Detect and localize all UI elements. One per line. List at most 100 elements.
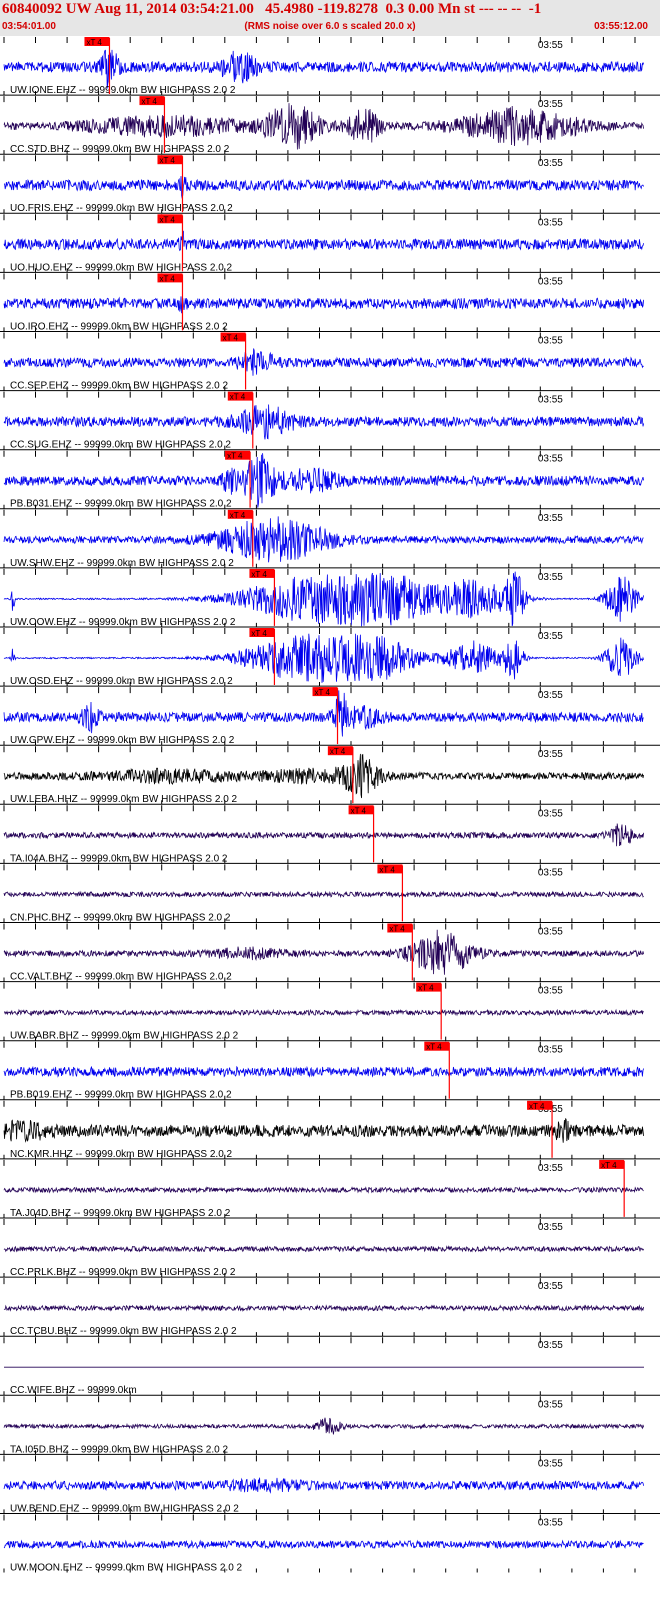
trace-row: 03:55 PB.B031.EHZ -- 99999.0km BW HIGHPAS… — [0, 449, 660, 510]
pick-label: xT 4 — [159, 156, 175, 165]
station-label: UO.FRIS.EHZ -- 99999.0km BW HIGHPASS 2.0… — [10, 203, 233, 214]
waveform — [3, 1477, 644, 1494]
minute-label: 03:55 — [538, 336, 563, 347]
minute-label: 03:55 — [538, 1281, 563, 1292]
minute-label: 03:55 — [538, 276, 563, 287]
station-label: UW.SHW.EHZ -- 99999.0km BW HIGHPASS 2.0 … — [10, 558, 234, 569]
station-label: CC.SUG.EHZ -- 99999.0km BW HIGHPASS 2.0 … — [10, 440, 231, 451]
minute-label: 03:55 — [538, 572, 563, 583]
trace-row: 03:55 CC.SUG.EHZ -- 99999.0km BW HIGHPASS… — [0, 390, 660, 451]
station-label: UW.IONE.EHZ -- 99999.0km BW HIGHPASS 2.0… — [10, 85, 236, 96]
station-label: UW.GPW.EHZ -- 99999.0km BW HIGHPASS 2.0 … — [10, 735, 235, 746]
pick-label: xT 4 — [426, 1043, 442, 1052]
waveform — [3, 1539, 644, 1550]
waveform — [3, 296, 644, 314]
trace-row: 03:55 UO.IRO.EHZ -- 99999.0km BW HIGHPASS… — [0, 271, 660, 332]
pick-label: xT 4 — [601, 1161, 617, 1170]
trace-row: 03:55 UO.FRIS.EHZ -- 99999.0km BW HIGHPAS… — [0, 153, 660, 214]
minute-label: 03:55 — [538, 158, 563, 169]
trace-row: 03:55 CC.TCBU.BHZ -- 99999.0km BW HIGHPAS… — [0, 1276, 660, 1337]
minute-label: 03:55 — [538, 99, 563, 110]
waveform — [3, 1245, 644, 1253]
pick-label: xT 4 — [227, 452, 243, 461]
pick-label: xT 4 — [529, 1102, 545, 1111]
trace-row: 03:55 CC.PRLK.BHZ -- 99999.0km BW HIGHPAS… — [0, 1217, 660, 1278]
trace-row: 03:55 PB.B019.EHZ -- 99999.0km BW HIGHPAS… — [0, 1040, 660, 1101]
station-label: CC.PRLK.BHZ -- 99999.0km BW HIGHPASS 2.0… — [10, 1267, 236, 1278]
waveform — [3, 230, 644, 252]
minute-label: 03:55 — [538, 690, 563, 701]
rms-note: (RMS noise over 6.0 s scaled 20.0 x) — [244, 21, 416, 32]
pick-label: xT 4 — [86, 38, 102, 47]
record-header: 60840092 UW Aug 11, 2014 03:54:21.00 45.… — [0, 0, 660, 36]
minute-label: 03:55 — [538, 1163, 563, 1174]
trace-row: 03:55 UW.OOW.EHZ -- 99999.0km BW HIGHPASS… — [0, 567, 660, 628]
trace-row: 03:55NC.KMR.HHZ -- 99999.0km BW HIGHPASS… — [0, 1099, 660, 1160]
pick-label: xT 4 — [223, 334, 239, 343]
waveform — [3, 1417, 644, 1435]
station-label: PB.B031.EHZ -- 99999.0km BW HIGHPASS 2.0… — [10, 499, 232, 510]
waveform — [4, 1008, 644, 1017]
seismogram-plot: 03:55 UW.IONE.EHZ -- 99999.0km BW HIGHPAS… — [0, 37, 660, 1574]
trace-row: 03:55 UW.LEBA.HHZ -- 99999.0km BW HIGHPAS… — [0, 744, 660, 805]
station-label: UW.BABR.BHZ -- 99999.0km BW HIGHPASS 2.0… — [10, 1031, 239, 1042]
pick-label: xT 4 — [251, 629, 267, 638]
trace-row: 03:55 UW.SHW.EHZ -- 99999.0km BW HIGHPASS… — [0, 508, 660, 569]
station-label: TA.I04A.BHZ -- 99999.0km BW HIGHPASS 2.0… — [10, 853, 228, 864]
pick-label: xT 4 — [141, 97, 157, 106]
trace-row: 03:55 CN.PHC.BHZ -- 99999.0km BW HIGHPASS… — [0, 862, 660, 923]
minute-label: 03:55 — [538, 513, 563, 524]
pick-label: xT 4 — [230, 393, 246, 402]
pick-label: xT 4 — [159, 215, 175, 224]
waveform — [3, 1118, 644, 1143]
station-label: UO.HUO.EHZ -- 99999.0km BW HIGHPASS 2.0 … — [10, 262, 233, 273]
station-label: UW.OOW.EHZ -- 99999.0km BW HIGHPASS 2.0 … — [10, 617, 236, 628]
trace-row: 03:55 UO.HUO.EHZ -- 99999.0km BW HIGHPASS… — [0, 212, 660, 273]
waveform — [3, 823, 644, 847]
waveform — [3, 348, 644, 376]
waveform — [3, 753, 644, 799]
station-label: UW.OSD.EHZ -- 99999.0km BW HIGHPASS 2.0 … — [10, 676, 233, 687]
station-label: CC.WIFE.BHZ -- 99999.0km — [10, 1385, 137, 1396]
waveform — [3, 1065, 644, 1078]
minute-label: 03:55 — [538, 986, 563, 997]
trace-row: 03:55 TA.I05D.BHZ -- 99999.0km BW HIGHPAS… — [0, 1394, 660, 1455]
end-time: 03:55:12.00 — [594, 21, 648, 32]
pick-label: xT 4 — [251, 570, 267, 579]
waveform — [3, 404, 644, 440]
waveform — [3, 176, 644, 199]
pick-label: xT 4 — [330, 747, 346, 756]
minute-label: 03:55 — [538, 808, 563, 819]
minute-label: 03:55 — [538, 1340, 563, 1351]
trace-row: 03:55 CC.SEP.EHZ -- 99999.0km BW HIGHPASS… — [0, 331, 660, 392]
trace-row: 03:55 UW.GPW.EHZ -- 99999.0km BW HIGHPASS… — [0, 685, 660, 746]
minute-label: 03:55 — [538, 1518, 563, 1529]
minute-label: 03:55 — [538, 1399, 563, 1410]
pick-label: xT 4 — [418, 984, 434, 993]
trace-row: 03:55 CC.STD.BHZ -- 99999.0km BW HIGHPASS… — [0, 94, 660, 155]
trace-row: 03:55 UW.BEND.EHZ -- 99999.0km BW HIGHPAS… — [0, 1453, 660, 1514]
pick-label: xT 4 — [159, 274, 175, 283]
minute-label: 03:55 — [538, 395, 563, 406]
station-label: UW.BEND.EHZ -- 99999.0km BW HIGHPASS 2.0… — [10, 1503, 239, 1514]
trace-row: 03:55 TA.J04D.BHZ -- 99999.0km BW HIGHPAS… — [0, 1158, 660, 1219]
station-label: UW.LEBA.HHZ -- 99999.0km BW HIGHPASS 2.0… — [10, 794, 238, 805]
minute-label: 03:55 — [538, 454, 563, 465]
minute-label: 03:55 — [538, 1458, 563, 1469]
waveform — [3, 1304, 644, 1312]
minute-label: 03:55 — [538, 1222, 563, 1233]
minute-label: 03:55 — [538, 1045, 563, 1056]
minute-label: 03:55 — [538, 927, 563, 938]
station-label: CC.TCBU.BHZ -- 99999.0km BW HIGHPASS 2.0… — [10, 1326, 237, 1337]
pick-label: xT 4 — [389, 925, 405, 934]
pick-label: xT 4 — [230, 511, 246, 520]
trace-row: 03:55 UW.MOON.EHZ -- 99999.0km BW HIGHPAS… — [0, 1513, 660, 1574]
trace-row: 03:55 CC.WIFE.BHZ -- 99999.0km — [0, 1335, 660, 1396]
station-label: CC.SEP.EHZ -- 99999.0km BW HIGHPASS 2.0 … — [10, 381, 228, 392]
trace-row: 03:55 UW.IONE.EHZ -- 99999.0km BW HIGHPAS… — [3, 37, 644, 96]
trace-row: 03:55 UW.BABR.BHZ -- 99999.0km BW HIGHPAS… — [0, 981, 660, 1042]
station-label: UO.IRO.EHZ -- 99999.0km BW HIGHPASS 2.0 … — [10, 321, 228, 332]
station-label: CN.PHC.BHZ -- 99999.0km BW HIGHPASS 2.0 … — [10, 912, 231, 923]
pick-label: xT 4 — [379, 865, 395, 874]
station-label: CC.VALT.BHZ -- 99999.0km BW HIGHPASS 2.0… — [10, 972, 232, 983]
